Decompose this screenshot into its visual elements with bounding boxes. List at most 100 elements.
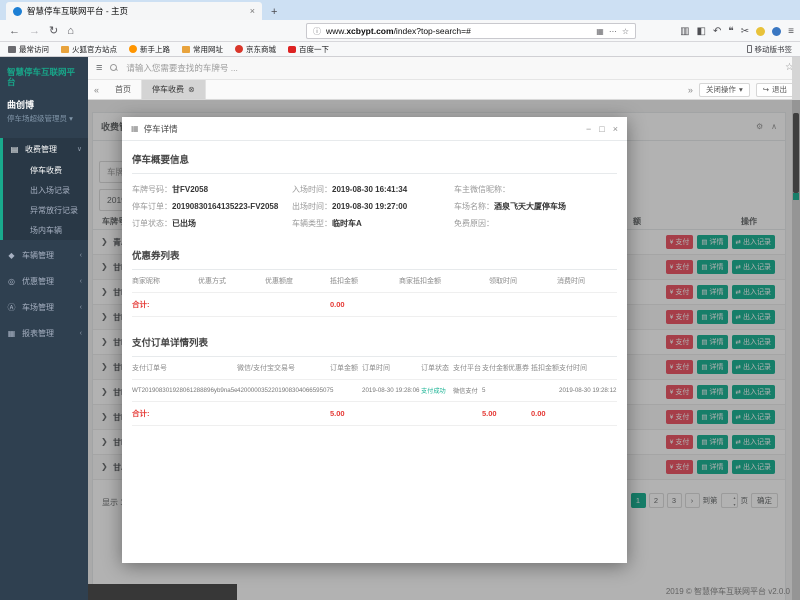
sidebar: 智慧停车互联网平台 曲创博 停车场超级管理员 ▾ ▤ 收费管理 ∨ 停车收费 出…	[0, 57, 88, 600]
bookmark-item[interactable]: 最常访问	[8, 44, 49, 55]
menu-group-fee: ▤ 收费管理 ∨ 停车收费 出入场记录 异常放行记录 场内车辆	[0, 138, 88, 240]
undo-icon[interactable]: ↶	[713, 26, 721, 37]
summary-grid: 车牌号码：甘FV2058入场时间：2019-08-30 16:41:34车主微信…	[132, 181, 617, 232]
top-search-bar: ≡ 请输入您需要查找的车牌号 ...	[88, 57, 800, 80]
sidebar-toggle-icon[interactable]: ◧	[697, 26, 706, 37]
menu-icon[interactable]: ≡	[788, 26, 794, 37]
new-tab-button[interactable]: +	[271, 6, 277, 18]
modal-title: 停车详情	[144, 123, 178, 135]
collapse-sidebar-icon[interactable]: ≡	[96, 62, 102, 74]
sidebar-item-fee-management[interactable]: ▤ 收费管理 ∨	[3, 138, 88, 160]
browser-tab[interactable]: 智慧停车互联网平台 - 主页 ×	[6, 2, 262, 20]
home-icon[interactable]: ⌂	[67, 25, 74, 37]
parking-lot-icon: Ⓐ	[6, 302, 17, 313]
summary-field: 车牌号码：甘FV2058	[132, 181, 292, 198]
app-brand: 智慧停车互联网平台	[0, 57, 88, 89]
sidebar-item-onsite-vehicles[interactable]: 场内车辆	[3, 220, 88, 240]
back-icon[interactable]: ←	[9, 25, 20, 37]
firefox-icon	[129, 45, 137, 53]
maximize-icon[interactable]: □	[599, 124, 604, 134]
tab-parking-fee[interactable]: 停车收费 ⊗	[142, 80, 206, 99]
payment-table-header: 支付订单号微信/支付宝交易号订单金额订单时间订单状态支付平台支付金额优惠券抵扣金…	[132, 357, 617, 380]
container-icon[interactable]: ▦	[596, 27, 604, 36]
chevron-left-icon: ‹	[80, 278, 82, 285]
browser-tab-title: 智慧停车互联网平台 - 主页	[27, 5, 245, 17]
messages-icon[interactable]: ❝	[728, 26, 733, 37]
coupon-table-total-row: 合计:0.00	[132, 293, 617, 317]
tab-close-icon[interactable]: ⊗	[188, 85, 195, 94]
folder-icon	[182, 46, 190, 53]
sidebar-item-abnormal-release[interactable]: 异常放行记录	[3, 200, 88, 220]
site-favicon	[13, 7, 22, 16]
sidebar-item-parking-fee[interactable]: 停车收费	[3, 160, 88, 180]
chevron-down-icon: ∨	[77, 145, 82, 153]
summary-field: 订单状态：已出场	[132, 215, 292, 232]
discount-icon: ◎	[6, 277, 17, 286]
page-actions-icon[interactable]: ⋯	[609, 27, 617, 36]
bookmark-item[interactable]: 火狐官方站点	[61, 44, 117, 55]
reload-icon[interactable]: ↻	[49, 24, 58, 37]
summary-field: 车辆类型：临时车A	[292, 215, 454, 232]
search-icon	[110, 64, 118, 72]
screenshot-icon[interactable]: ✂	[741, 26, 749, 37]
extension-yellow-icon[interactable]	[756, 27, 765, 36]
modal-header: ▦ 停车详情 − □ ×	[122, 117, 627, 141]
sidebar-item-report-management[interactable]: ▦ 报表管理 ‹	[0, 322, 88, 344]
sidebar-item-lot-management[interactable]: Ⓐ 车场管理 ‹	[0, 296, 88, 318]
modal-body: 停车概要信息 车牌号码：甘FV2058入场时间：2019-08-30 16:41…	[122, 141, 627, 433]
tab-close-icon[interactable]: ×	[250, 6, 255, 16]
url-text: www.xcbypt.com/index?top-search=#	[326, 26, 591, 36]
logout-button[interactable]: ↪退出	[756, 83, 794, 97]
grid-icon	[8, 46, 16, 53]
bookmarks-bar: 最常访问 火狐官方站点 新手上路 常用网址 京东商城 百度一下 移动版书签	[0, 42, 800, 57]
close-icon[interactable]: ×	[613, 124, 618, 134]
tabs-scroll-right-icon[interactable]: »	[688, 85, 693, 95]
bookmark-item[interactable]: 新手上路	[129, 44, 170, 55]
sidebar-item-inout-records[interactable]: 出入场记录	[3, 180, 88, 200]
logout-icon: ↪	[763, 85, 769, 94]
extension-blue-icon[interactable]	[772, 27, 781, 36]
url-bar[interactable]: ⓘ www.xcbypt.com/index?top-search=# ▦ ⋯ …	[306, 23, 636, 39]
user-name: 曲创博	[0, 89, 88, 112]
caret-down-icon: ▾	[739, 85, 743, 94]
library-icon[interactable]: ▥	[680, 26, 689, 37]
browser-navbar: ← → ↻ ⌂ ⓘ www.xcbypt.com/index?top-searc…	[0, 20, 800, 42]
jd-icon	[235, 45, 243, 53]
summary-field: 车场名称：酒泉飞天大厦停车场	[454, 198, 617, 215]
payment-table-rows: WT201908301928061288896yb9na5ej420000035…	[132, 380, 617, 402]
window-icon: ▦	[131, 124, 139, 133]
forward-icon[interactable]: →	[29, 25, 40, 37]
tab-home[interactable]: 首页	[105, 80, 142, 99]
summary-field: 入场时间：2019-08-30 16:41:34	[292, 181, 454, 198]
chevron-left-icon: ‹	[80, 330, 82, 337]
minimize-icon[interactable]: −	[586, 124, 591, 134]
chevron-left-icon: ‹	[80, 252, 82, 259]
mobile-bookmarks[interactable]: 移动版书签	[747, 44, 793, 55]
close-operations-dropdown[interactable]: 关闭操作▾	[699, 83, 750, 97]
toolbar-icons: ▥ ◧ ↶ ❝ ✂ ≡	[680, 20, 794, 42]
page-tabs-bar: « 首页 停车收费 ⊗ » 关闭操作▾ ↪退出	[88, 80, 800, 100]
sidebar-item-discount-management[interactable]: ◎ 优惠管理 ‹	[0, 270, 88, 292]
bookmark-item[interactable]: 百度一下	[288, 44, 329, 55]
bookmark-star-icon[interactable]: ☆	[622, 27, 629, 36]
screen: 智慧停车互联网平台 - 主页 × + ← → ↻ ⌂ ⓘ www.xcbypt.…	[0, 0, 800, 600]
bookmark-item[interactable]: 京东商城	[235, 44, 276, 55]
payment-section-title: 支付订单详情列表	[132, 331, 617, 357]
bookmark-item[interactable]: 常用网址	[182, 44, 223, 55]
payment-row: WT201908301928061288896yb9na5ej420000035…	[132, 380, 617, 402]
tabs-scroll-left-icon[interactable]: «	[88, 80, 105, 99]
summary-field: 停车订单：20190830164135223-FV2058	[132, 198, 292, 215]
coupon-table-header: 商家昵称优惠方式优惠额度抵扣金额商家抵扣金额领取时间消费时间	[132, 270, 617, 293]
site-info-icon[interactable]: ⓘ	[313, 26, 321, 37]
baidu-icon	[288, 46, 296, 53]
fee-management-icon: ▤	[9, 145, 20, 154]
chevron-left-icon: ‹	[80, 304, 82, 311]
payment-table-total-row: 合计:5.005.000.00	[132, 402, 617, 426]
vehicle-icon: ◆	[6, 251, 17, 260]
summary-section-title: 停车概要信息	[132, 148, 617, 174]
sidebar-item-vehicle-management[interactable]: ◆ 车辆管理 ‹	[0, 244, 88, 266]
user-role-dropdown[interactable]: 停车场超级管理员 ▾	[0, 112, 88, 130]
summary-field: 车主微信昵称：	[454, 181, 617, 198]
search-input[interactable]: 请输入您需要查找的车牌号 ...	[126, 62, 237, 74]
summary-field: 出场时间：2019-08-30 19:27:00	[292, 198, 454, 215]
